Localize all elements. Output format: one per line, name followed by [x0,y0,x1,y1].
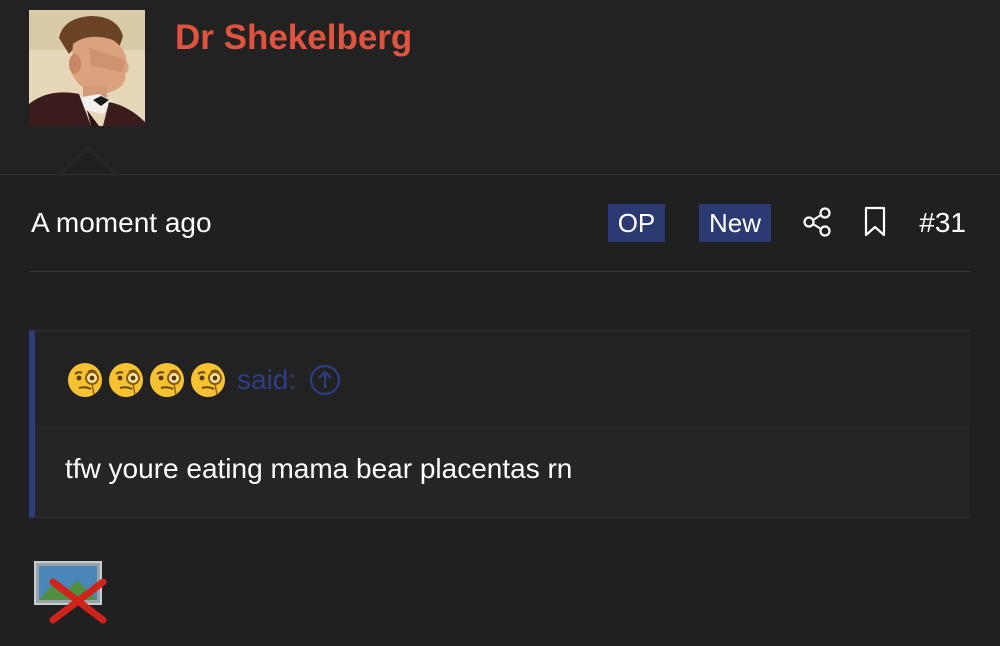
meta-divider [30,271,970,272]
quote-author-link[interactable]: said: [67,360,341,400]
face-with-monocle-icon [67,362,103,398]
share-icon [803,207,831,237]
quote-header: said: [35,331,970,425]
post-timestamp-link[interactable]: A moment ago [31,205,212,241]
bookmark-button[interactable] [858,205,892,239]
header-pointer-arrow [60,147,116,175]
arrow-up-circle-icon[interactable] [309,364,341,396]
header-divider [0,174,1000,175]
broken-image-icon[interactable] [33,558,107,624]
new-badge: New [699,204,771,242]
post-meta-row: A moment ago OP New #31 [30,195,970,251]
author-username-link[interactable]: Dr Shekelberg [175,18,412,58]
post-user-header: Dr Shekelberg [0,0,1000,175]
face-with-monocle-icon [108,362,144,398]
quote-text: tfw youre eating mama bear placentas rn [65,453,573,484]
avatar-portrait-image [29,10,145,126]
said-label: said: [237,364,297,395]
post-container: Dr Shekelberg A moment ago OP New #31 sa… [0,0,1000,646]
face-with-monocle-icon [190,362,226,398]
share-button[interactable] [801,205,835,239]
user-avatar[interactable] [29,10,145,126]
quote-block: said: tfw youre eating mama bear placent… [29,330,970,518]
quote-body: tfw youre eating mama bear placentas rn [35,425,970,517]
face-with-monocle-icon [149,362,185,398]
bookmark-icon [864,206,886,237]
post-number-link[interactable]: #31 [919,205,966,241]
op-badge: OP [608,204,665,242]
